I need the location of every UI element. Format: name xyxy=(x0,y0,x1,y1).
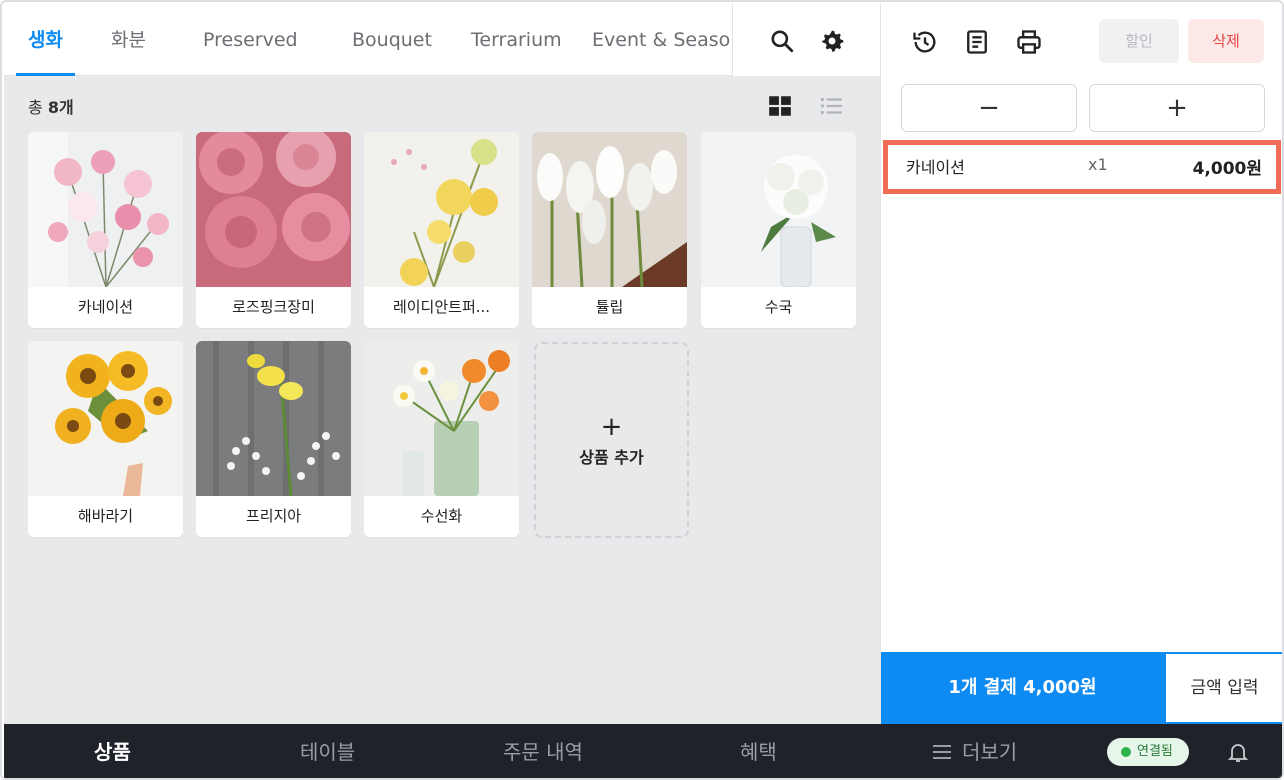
menu-icon xyxy=(933,745,951,759)
add-product-label: 상품 추가 xyxy=(579,448,644,467)
list-icon[interactable] xyxy=(818,93,844,119)
product-card-sunflower[interactable]: 해바라기 xyxy=(28,341,183,537)
order-item-name: 카네이션 xyxy=(906,158,965,177)
product-name: 해바라기 xyxy=(77,507,134,525)
tab-tools xyxy=(732,4,880,76)
product-name: 수국 xyxy=(764,298,793,316)
increase-quantity-button[interactable]: + xyxy=(1089,84,1265,132)
bottom-nav: 상품 테이블 주문 내역 혜택 더보기 연결됨 xyxy=(4,724,1282,778)
connection-status-badge: 연결됨 xyxy=(1107,738,1189,766)
pay-button[interactable]: 1개 결제 4,000원 xyxy=(881,652,1164,724)
product-image xyxy=(196,341,351,496)
nav-more[interactable]: 더보기 xyxy=(932,724,1018,778)
status-dot xyxy=(1121,747,1131,757)
product-card-yellow-rose[interactable]: 레이디안트퍼... xyxy=(364,132,519,328)
product-name: 카네이션 xyxy=(77,298,134,316)
discount-button[interactable]: 할인 xyxy=(1099,19,1179,63)
category-tabs: 생화 화분 Preserved Bouquet Terrarium Event … xyxy=(4,4,880,76)
product-panel: 생화 화분 Preserved Bouquet Terrarium Event … xyxy=(4,4,880,724)
product-image xyxy=(532,132,687,287)
nav-order-history[interactable]: 주문 내역 xyxy=(503,724,583,778)
product-image xyxy=(28,341,183,496)
product-image xyxy=(28,132,183,287)
tab-fresh-flowers[interactable]: 생화 xyxy=(16,4,75,76)
tab-bouquet[interactable]: Bouquet xyxy=(352,4,432,76)
order-item-qty: x1 xyxy=(1088,155,1108,174)
product-card-carnation[interactable]: 카네이션 xyxy=(28,132,183,328)
plus-icon: + xyxy=(600,412,623,442)
product-name: 로즈핑크장미 xyxy=(232,298,315,316)
history-icon[interactable] xyxy=(911,28,939,56)
nav-tables[interactable]: 테이블 xyxy=(300,724,355,778)
product-name: 레이디안트퍼... xyxy=(392,298,491,316)
tab-preserved[interactable]: Preserved xyxy=(203,4,298,76)
product-image xyxy=(364,132,519,287)
tab-potted[interactable]: 화분 xyxy=(111,4,146,76)
product-card-pink-rose[interactable]: 로즈핑크장미 xyxy=(196,132,351,328)
grid-icon[interactable] xyxy=(767,93,793,119)
order-item-price: 4,000원 xyxy=(1192,159,1262,179)
nav-products[interactable]: 상품 xyxy=(94,724,131,778)
product-card-hydrangea[interactable]: 수국 xyxy=(701,132,856,328)
product-image xyxy=(196,132,351,287)
gear-icon[interactable] xyxy=(819,28,845,54)
product-card-tulip[interactable]: 튤립 xyxy=(532,132,687,328)
bell-icon[interactable] xyxy=(1226,740,1250,764)
tab-terrarium[interactable]: Terrarium xyxy=(471,4,562,76)
order-panel: 할인 삭제 − + 카네이션 x1 4,000원 1개 결제 4,000원 금액… xyxy=(880,4,1282,724)
product-image xyxy=(364,341,519,496)
nav-more-label: 더보기 xyxy=(962,740,1018,764)
app-window: 생화 화분 Preserved Bouquet Terrarium Event … xyxy=(0,0,1284,780)
product-count: 총 8개 xyxy=(28,98,74,117)
search-icon[interactable] xyxy=(769,28,795,54)
receipt-icon[interactable] xyxy=(963,28,991,56)
product-name: 튤립 xyxy=(595,298,624,316)
product-image xyxy=(701,132,856,287)
product-card-freesia[interactable]: 프리지아 xyxy=(196,341,351,537)
delete-button[interactable]: 삭제 xyxy=(1188,19,1264,63)
connection-status-label: 연결됨 xyxy=(1137,744,1173,759)
add-product-button[interactable]: + 상품 추가 xyxy=(534,342,689,538)
product-name: 프리지아 xyxy=(245,507,302,525)
product-card-daffodil[interactable]: 수선화 xyxy=(364,341,519,537)
nav-benefits[interactable]: 혜택 xyxy=(740,724,777,778)
tab-event-season[interactable]: Event & Season xyxy=(592,4,742,76)
printer-icon[interactable] xyxy=(1015,28,1043,56)
enter-amount-button[interactable]: 금액 입력 xyxy=(1164,652,1282,724)
decrease-quantity-button[interactable]: − xyxy=(901,84,1077,132)
order-item-row[interactable]: 카네이션 x1 4,000원 xyxy=(883,140,1281,194)
product-name: 수선화 xyxy=(420,507,463,525)
